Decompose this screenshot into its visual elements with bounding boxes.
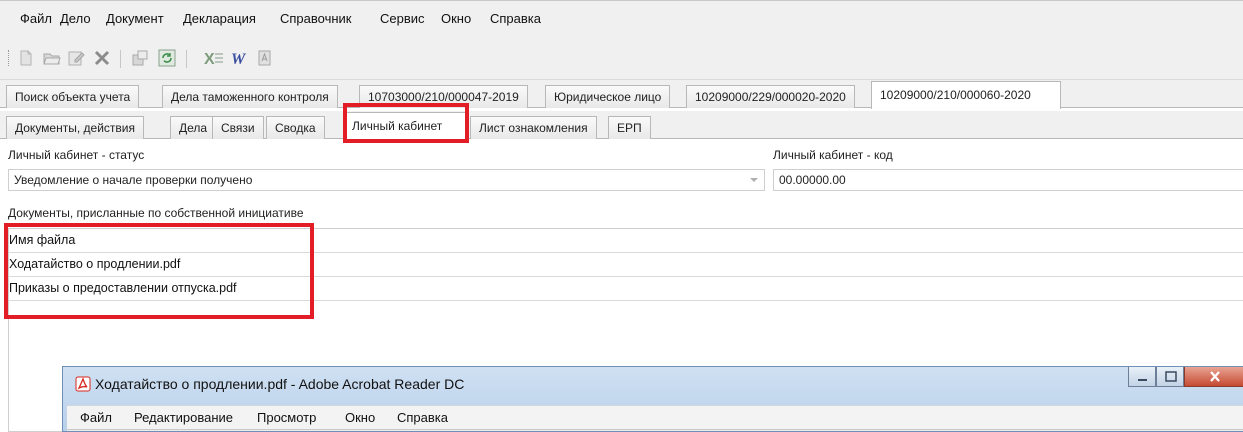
open-folder-icon[interactable] (42, 48, 62, 68)
acrobat-menu-window[interactable]: Окно (345, 410, 375, 425)
acrobat-window[interactable]: Ходатайство о продлении.pdf - Adobe Acro… (62, 366, 1243, 432)
menu-file[interactable]: Файл (20, 11, 52, 26)
tab-case-10209000-210[interactable]: 10209000/210/000060-2020 (871, 81, 1061, 109)
tab-erp[interactable]: ЕРП (608, 116, 651, 139)
menu-reference[interactable]: Справочник (280, 11, 352, 26)
close-button[interactable] (1184, 367, 1243, 387)
tab-case-10703000[interactable]: 10703000/210/000047-2019 (359, 85, 528, 108)
menu-window[interactable]: Окно (441, 11, 471, 26)
tab-personal-account[interactable]: Личный кабинет (343, 112, 467, 140)
excel-export-icon[interactable]: X (203, 48, 223, 68)
refresh-icon[interactable] (157, 48, 177, 68)
tab-cases[interactable]: Дела (170, 116, 217, 139)
acrobat-menu-edit[interactable]: Редактирование (134, 410, 233, 425)
chevron-down-icon[interactable] (750, 178, 758, 182)
tab-legal-entity[interactable]: Юридическое лицо (545, 85, 671, 108)
menu-document[interactable]: Документ (106, 11, 164, 26)
edit-document-icon[interactable] (66, 48, 86, 68)
svg-text:W: W (231, 51, 247, 68)
status-label: Личный кабинет - статус (8, 148, 145, 162)
tab-acknowledgement-sheet[interactable]: Лист ознакомления (470, 116, 597, 139)
code-field[interactable]: 00.00000.00 (773, 169, 1243, 191)
menu-service[interactable]: Сервис (380, 11, 425, 26)
acrobat-title: Ходатайство о продлении.pdf - Adobe Acro… (95, 376, 465, 392)
toolbar-separator (120, 50, 121, 68)
grid-header[interactable]: Имя файла (9, 229, 1243, 253)
document-tab-strip: Поиск объекта учета Дела таможенного кон… (0, 80, 1243, 109)
minimize-button[interactable] (1128, 367, 1156, 387)
properties-icon[interactable] (130, 48, 150, 68)
pdf-export-icon[interactable] (255, 48, 275, 68)
acrobat-menu-bar: Файл Редактирование Просмотр Окно Справк… (67, 405, 1243, 429)
section-tab-strip: Документы, действия Дела Связи Сводка Ли… (0, 111, 1243, 140)
code-value: 00.00000.00 (779, 173, 846, 187)
tab-summary[interactable]: Сводка (266, 116, 325, 139)
acrobat-menu-view[interactable]: Просмотр (257, 410, 316, 425)
word-export-icon[interactable]: W (230, 48, 250, 68)
acrobat-menu-help[interactable]: Справка (397, 410, 448, 425)
tab-links[interactable]: Связи (212, 116, 264, 139)
toolbar-separator (186, 50, 187, 68)
toolbar-grip[interactable] (8, 50, 10, 66)
tab-case-10209000-229[interactable]: 10209000/229/000020-2020 (686, 85, 855, 108)
status-value: Уведомление о начале проверки получено (14, 173, 253, 187)
table-row[interactable]: Ходатайство о продлении.pdf (9, 253, 1243, 277)
acrobat-menu-file[interactable]: Файл (80, 410, 112, 425)
tab-documents-actions[interactable]: Документы, действия (6, 116, 144, 139)
table-row[interactable]: Приказы о предоставлении отпуска.pdf (9, 277, 1243, 301)
toolbar: X W (0, 36, 1243, 80)
delete-icon[interactable] (92, 48, 112, 68)
code-label: Личный кабинет - код (773, 148, 893, 162)
new-document-icon[interactable] (16, 48, 36, 68)
menu-declaration[interactable]: Декларация (183, 11, 256, 26)
menu-help[interactable]: Справка (490, 11, 541, 26)
acrobat-icon (75, 376, 91, 392)
tab-customs-cases[interactable]: Дела таможенного контроля (162, 85, 338, 108)
menu-bar: Файл Дело Документ Декларация Справочник… (0, 0, 1243, 36)
maximize-button[interactable] (1156, 367, 1184, 387)
status-combobox[interactable]: Уведомление о начале проверки получено (8, 169, 765, 191)
menu-case[interactable]: Дело (60, 11, 91, 26)
svg-text:X: X (204, 51, 215, 68)
documents-label: Документы, присланные по собственной ини… (8, 206, 304, 220)
tab-object-search[interactable]: Поиск объекта учета (6, 85, 140, 108)
